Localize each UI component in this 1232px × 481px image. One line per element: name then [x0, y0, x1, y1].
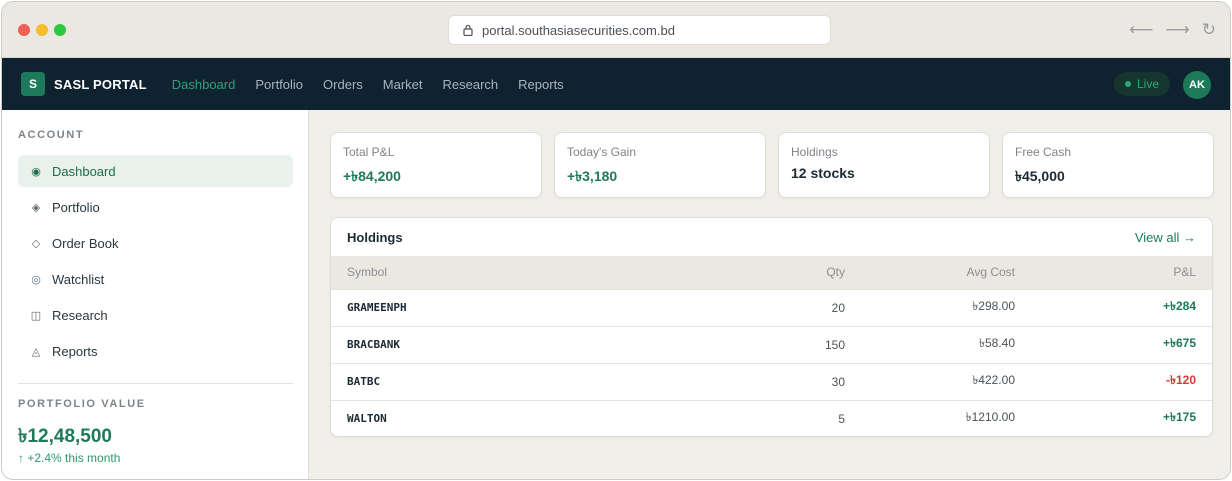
sidebar-item-label: Watchlist: [52, 271, 105, 287]
nav-link-orders[interactable]: Orders: [323, 77, 363, 92]
cell-pnl: +৳175: [1031, 399, 1212, 436]
sidebar-item-watchlist[interactable]: ◎ Watchlist: [18, 263, 293, 295]
cell-pnl: +৳675: [1031, 325, 1212, 363]
card-holdings: Holdings 12 stocks: [778, 132, 990, 198]
cell-qty: 150: [751, 325, 861, 363]
sidebar-item-label: Reports: [52, 343, 98, 359]
address-bar[interactable]: portal.southasiasecurities.com.bd: [448, 15, 831, 45]
minimize-window-button[interactable]: [36, 24, 48, 36]
sidebar-item-label: Dashboard: [52, 163, 116, 179]
cell-avg-cost: ৳422.00: [861, 362, 1031, 400]
cell-symbol: WALTON: [331, 399, 751, 436]
sidebar-item-label: Order Book: [52, 235, 119, 251]
sidebar-item-label: Research: [52, 307, 108, 323]
live-label: Live: [1136, 77, 1159, 91]
card-label: Holdings: [791, 145, 838, 159]
column-header-qty[interactable]: Qty: [751, 256, 861, 289]
summary-cards: Total P&L +৳84,200 Today's Gain +৳3,180 …: [330, 132, 1214, 198]
sidebar-menu: ◉ Dashboard ◈ Portfolio ◇ Order Book ◎ W…: [18, 155, 293, 371]
live-status-badge: Live: [1113, 72, 1170, 96]
card-label: Total P&L: [343, 145, 395, 159]
table-row[interactable]: WALTON 5 ৳1210.00 +৳175: [331, 399, 1212, 436]
maximize-window-button[interactable]: [54, 24, 66, 36]
radio-dot-icon: ◉: [31, 165, 41, 178]
table-row[interactable]: BRACBANK 150 ৳58.40 +৳675: [331, 325, 1212, 363]
sidebar-divider: [18, 383, 293, 384]
sidebar-item-reports[interactable]: ◬ Reports: [18, 335, 293, 367]
brand[interactable]: S SASL PORTAL: [21, 72, 147, 96]
table-row[interactable]: BATBC 30 ৳422.00 -৳120: [331, 362, 1212, 400]
holdings-panel: Holdings View all → Symbol Qty Avg Cost …: [330, 217, 1213, 437]
card-label: Free Cash: [1015, 145, 1072, 159]
cell-avg-cost: ৳1210.00: [861, 399, 1031, 436]
holdings-table: Symbol Qty Avg Cost P&L GRAMEENPH 20 ৳29…: [331, 256, 1212, 436]
diamond-outline-icon: ◇: [31, 237, 41, 250]
forward-arrow-icon[interactable]: ⟶: [1165, 20, 1189, 40]
cell-pnl: +৳284: [1031, 288, 1212, 326]
card-value: ৳45,000: [1015, 168, 1065, 184]
portfolio-change: ↑ +2.4% this month: [18, 451, 121, 465]
nav-link-reports[interactable]: Reports: [518, 77, 564, 92]
browser-toolbar: portal.southasiasecurities.com.bd ⟵ ⟶ ↻: [2, 2, 1230, 58]
live-dot-icon: [1124, 81, 1131, 87]
account-heading: ACCOUNT: [18, 129, 85, 141]
card-value: +৳3,180: [567, 168, 618, 184]
portfolio-value: ৳12,48,500: [18, 426, 112, 447]
table-header-row: Symbol Qty Avg Cost P&L: [331, 256, 1212, 289]
cell-qty: 30: [751, 362, 861, 400]
cell-symbol: GRAMEENPH: [331, 288, 751, 326]
columns-icon: ◫: [30, 309, 42, 322]
browser-window: portal.southasiasecurities.com.bd ⟵ ⟶ ↻ …: [1, 1, 1231, 480]
main-content: Total P&L +৳84,200 Today's Gain +৳3,180 …: [310, 110, 1230, 479]
card-value: 12 stocks: [791, 165, 855, 181]
column-header-avg-cost[interactable]: Avg Cost: [861, 256, 1031, 289]
cell-avg-cost: ৳298.00: [861, 288, 1031, 326]
table-row[interactable]: GRAMEENPH 20 ৳298.00 +৳284: [331, 288, 1212, 326]
nav-link-dashboard[interactable]: Dashboard: [172, 77, 236, 92]
diamond-dot-icon: ◈: [31, 201, 41, 214]
nav-link-research[interactable]: Research: [443, 77, 499, 92]
column-header-pnl[interactable]: P&L: [1031, 256, 1212, 289]
reload-icon[interactable]: ↻: [1202, 20, 1216, 40]
cell-symbol: BATBC: [331, 362, 751, 400]
sidebar: ACCOUNT ◉ Dashboard ◈ Portfolio ◇ Order …: [2, 110, 309, 479]
app-top-nav: S SASL PORTAL Dashboard Portfolio Orders…: [2, 58, 1230, 110]
close-window-button[interactable]: [18, 24, 30, 36]
cell-pnl: -৳120: [1031, 362, 1212, 400]
card-total-pnl: Total P&L +৳84,200: [330, 132, 542, 198]
brand-logo-icon: S: [21, 72, 45, 96]
card-label: Today's Gain: [567, 145, 636, 159]
cell-qty: 20: [751, 288, 861, 326]
card-free-cash: Free Cash ৳45,000: [1002, 132, 1214, 198]
view-all-link[interactable]: View all →: [1135, 230, 1196, 245]
lock-icon: [463, 24, 473, 36]
sidebar-item-label: Portfolio: [52, 199, 100, 215]
cell-avg-cost: ৳58.40: [861, 325, 1031, 363]
nav-link-portfolio[interactable]: Portfolio: [255, 77, 303, 92]
cell-qty: 5: [751, 399, 861, 436]
card-value: +৳84,200: [343, 168, 401, 184]
sidebar-item-order-book[interactable]: ◇ Order Book: [18, 227, 293, 259]
nav-link-market[interactable]: Market: [383, 77, 423, 92]
portfolio-value-heading: PORTFOLIO VALUE: [18, 398, 146, 410]
back-arrow-icon[interactable]: ⟵: [1129, 20, 1153, 40]
target-icon: ◎: [31, 273, 41, 286]
avatar[interactable]: AK: [1183, 71, 1211, 99]
holdings-header: Holdings View all →: [331, 218, 1212, 256]
card-todays-gain: Today's Gain +৳3,180: [554, 132, 766, 198]
sidebar-item-research[interactable]: ◫ Research: [18, 299, 293, 331]
triangle-icon: ◬: [31, 345, 41, 358]
browser-nav: ⟵ ⟶ ↻: [1129, 20, 1216, 40]
sidebar-item-dashboard[interactable]: ◉ Dashboard: [18, 155, 293, 187]
nav-links: Dashboard Portfolio Orders Market Resear…: [172, 77, 564, 92]
url-text: portal.southasiasecurities.com.bd: [482, 22, 675, 38]
sidebar-item-portfolio[interactable]: ◈ Portfolio: [18, 191, 293, 223]
holdings-title: Holdings: [347, 229, 403, 245]
cell-symbol: BRACBANK: [331, 325, 751, 363]
column-header-symbol[interactable]: Symbol: [331, 256, 751, 289]
brand-name: SASL PORTAL: [54, 76, 147, 92]
